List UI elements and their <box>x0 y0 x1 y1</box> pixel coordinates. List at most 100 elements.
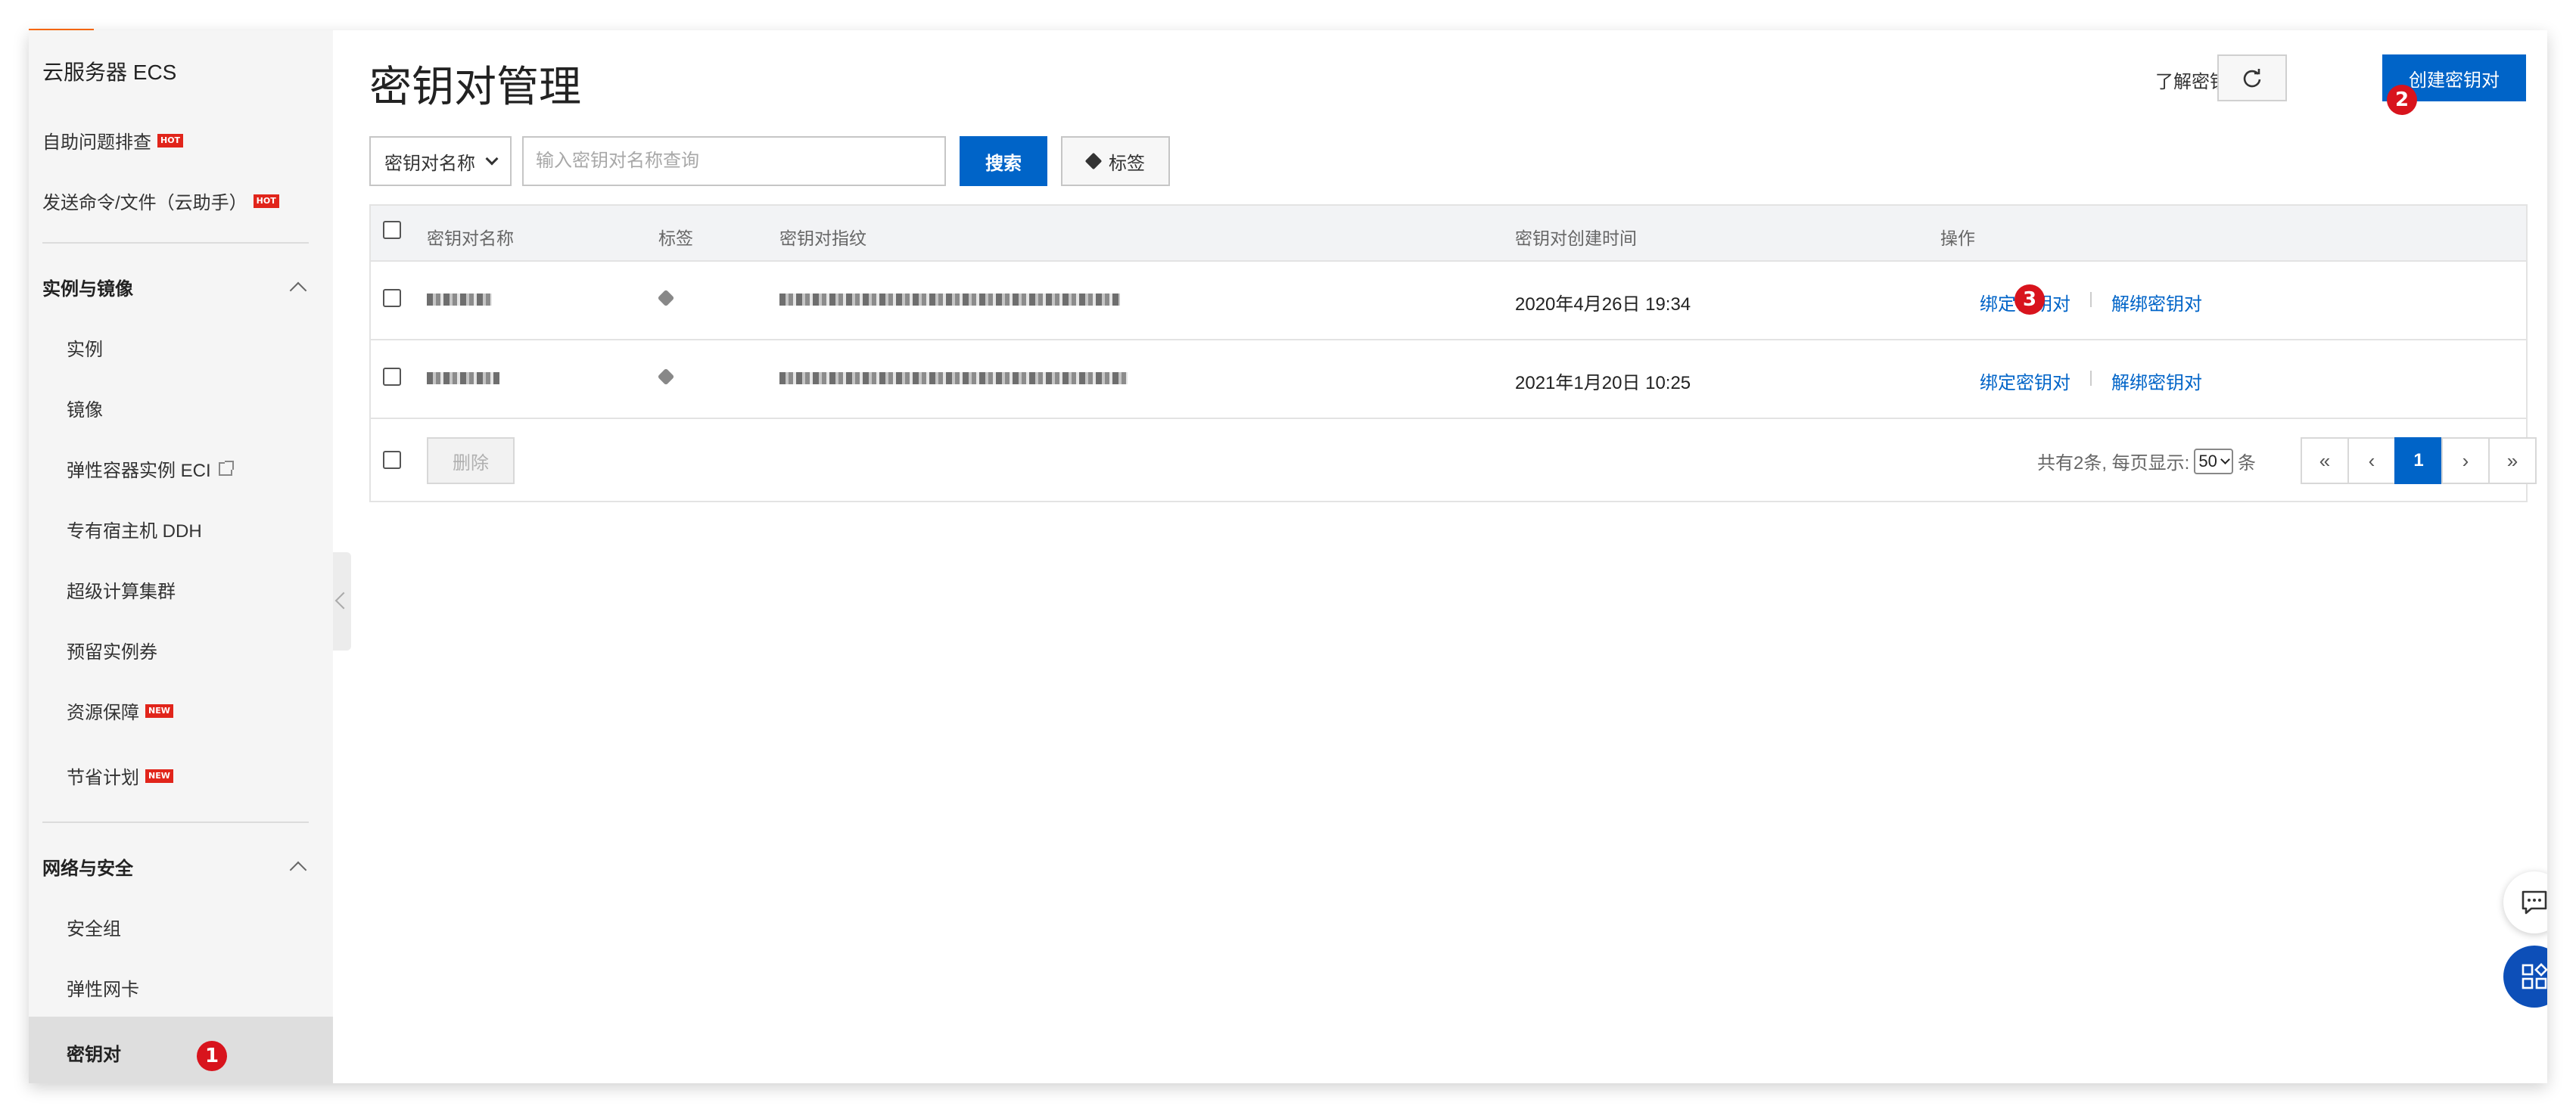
sidebar-item-savings-plan[interactable]: 节省计划 NEW <box>67 762 173 789</box>
hot-badge: HOT <box>253 194 279 208</box>
first-page-button[interactable]: « <box>2301 437 2349 484</box>
page-size-select[interactable]: 50 <box>2194 448 2233 474</box>
column-header-created: 密钥对创建时间 <box>1515 228 1637 248</box>
chevron-down-icon <box>485 152 499 166</box>
sidebar-item-reserved-instances[interactable]: 预留实例券 <box>67 637 157 663</box>
apps-button[interactable] <box>2503 946 2547 1008</box>
page-title: 密钥对管理 <box>369 63 581 110</box>
sidebar-group-network[interactable]: 网络与安全 <box>42 853 312 880</box>
bind-key-pair-link[interactable]: 绑定密钥对 <box>1980 368 2070 394</box>
prev-page-button[interactable]: ‹ <box>2347 437 2396 484</box>
page-size-value: 50 <box>2198 451 2217 471</box>
chat-button[interactable] <box>2503 871 2547 933</box>
sidebar-item-troubleshoot[interactable]: 自助问题排查 HOT <box>42 127 184 154</box>
column-header-fingerprint: 密钥对指纹 <box>779 228 866 248</box>
new-badge: NEW <box>145 769 173 783</box>
chat-icon <box>2522 890 2547 915</box>
page-size-suffix: 条 <box>2237 453 2256 474</box>
row-checkbox[interactable] <box>383 289 401 307</box>
table-footer: 删除 共有2条, 每页显示: 50 条 « ‹ 1 › » <box>371 419 2537 502</box>
total-count-text: 共有2条, 每页显示: <box>2037 453 2190 474</box>
search-button[interactable]: 搜索 <box>960 136 1047 186</box>
external-link-icon <box>218 460 234 476</box>
sidebar-item-eni[interactable]: 弹性网卡 <box>67 974 139 1001</box>
key-pair-table: 密钥对名称 标签 密钥对指纹 密钥对创建时间 操作 2020年4月26日 19:… <box>369 204 2537 502</box>
sidebar-item-label: 专有宿主机 DDH <box>67 521 202 542</box>
chevron-up-icon <box>289 861 307 878</box>
sidebar-item-image[interactable]: 镜像 <box>67 395 103 421</box>
console-window: 云服务器 ECS 自助问题排查 HOT 发送命令/文件（云助手） HOT 实例与… <box>29 30 2547 1083</box>
new-badge: NEW <box>145 703 173 718</box>
sidebar-item-label: 发送命令/文件（云助手） <box>42 193 247 213</box>
chevron-up-icon <box>289 281 307 299</box>
row-checkbox[interactable] <box>383 368 401 386</box>
tag-icon[interactable] <box>657 289 675 307</box>
footer-select-all-checkbox[interactable] <box>383 451 401 469</box>
unbind-key-pair-link[interactable]: 解绑密钥对 <box>2111 289 2202 315</box>
created-time: 2021年1月20日 10:25 <box>1515 373 1691 393</box>
select-all-checkbox[interactable] <box>383 221 401 239</box>
sidebar-item-label: 资源保障 <box>67 703 139 723</box>
sidebar-item-label: 弹性容器实例 ECI <box>67 461 211 481</box>
redacted-fingerprint <box>779 294 1120 306</box>
refresh-button[interactable] <box>2217 54 2287 101</box>
sidebar-item-resource-assurance[interactable]: 资源保障 NEW <box>67 697 173 724</box>
tag-filter-label: 标签 <box>1109 153 1145 174</box>
sidebar-group-instances[interactable]: 实例与镜像 <box>42 274 312 300</box>
action-separator <box>2090 371 2092 386</box>
unbind-key-pair-link[interactable]: 解绑密钥对 <box>2111 368 2202 394</box>
redacted-name <box>427 372 499 384</box>
sidebar-item-key-pairs[interactable]: 密钥对 <box>29 1017 333 1083</box>
refresh-icon <box>2243 69 2261 88</box>
sidebar-item-label: 镜像 <box>67 400 103 421</box>
sidebar: 云服务器 ECS 自助问题排查 HOT 发送命令/文件（云助手） HOT 实例与… <box>29 30 333 1083</box>
sidebar-item-security-group[interactable]: 安全组 <box>67 914 121 940</box>
action-separator <box>2090 292 2092 307</box>
table-header: 密钥对名称 标签 密钥对指纹 密钥对创建时间 操作 <box>371 206 2526 262</box>
sidebar-item-scc[interactable]: 超级计算集群 <box>67 576 176 603</box>
chevron-down-icon <box>2220 455 2230 464</box>
table-row: 2020年4月26日 19:34 绑定密钥对 解绑密钥对 3 <box>371 262 2526 340</box>
tag-icon[interactable] <box>657 368 675 386</box>
column-header-actions: 操作 <box>1940 228 1975 248</box>
sidebar-item-eci[interactable]: 弹性容器实例 ECI <box>67 455 234 482</box>
sidebar-item-label: 密钥对 <box>67 1045 121 1065</box>
last-page-button[interactable]: » <box>2488 437 2537 484</box>
sidebar-item-label: 预留实例券 <box>67 642 157 663</box>
search-field-select[interactable]: 密钥对名称 <box>369 136 512 186</box>
key-pair-search-input[interactable] <box>522 136 946 186</box>
redacted-name <box>427 294 492 306</box>
sidebar-item-label: 实例 <box>67 340 103 360</box>
sidebar-divider <box>42 242 309 244</box>
sidebar-title: 云服务器 ECS <box>42 61 177 84</box>
step-marker-2: 2 <box>2387 85 2417 115</box>
sidebar-item-cloud-assistant[interactable]: 发送命令/文件（云助手） HOT <box>42 188 279 214</box>
apps-icon <box>2522 963 2547 989</box>
next-page-button[interactable]: › <box>2441 437 2490 484</box>
page-button-current[interactable]: 1 <box>2394 437 2443 484</box>
table-row: 2021年1月20日 10:25 绑定密钥对 解绑密钥对 <box>371 340 2526 419</box>
search-field-select-value: 密钥对名称 <box>384 153 475 174</box>
sidebar-group-label: 实例与镜像 <box>42 279 133 300</box>
sidebar-item-label: 节省计划 <box>67 768 139 788</box>
sidebar-item-instance[interactable]: 实例 <box>67 334 103 361</box>
step-marker-3: 3 <box>2014 284 2045 315</box>
tag-filter-button[interactable]: 标签 <box>1061 136 1170 186</box>
delete-button[interactable]: 删除 <box>427 437 515 484</box>
hot-badge: HOT <box>157 133 184 148</box>
sidebar-item-label: 弹性网卡 <box>67 980 139 1000</box>
sidebar-item-label: 安全组 <box>67 919 121 940</box>
sidebar-item-ddh[interactable]: 专有宿主机 DDH <box>67 516 202 542</box>
pagination-summary: 共有2条, 每页显示: 50 条 <box>2037 448 2256 474</box>
created-time: 2020年4月26日 19:34 <box>1515 294 1691 315</box>
sidebar-divider <box>42 821 309 823</box>
step-marker-1: 1 <box>197 1041 227 1071</box>
column-header-name: 密钥对名称 <box>427 228 514 248</box>
redacted-fingerprint <box>779 372 1128 384</box>
sidebar-group-label: 网络与安全 <box>42 859 133 879</box>
column-header-tags: 标签 <box>658 228 693 248</box>
sidebar-item-label: 自助问题排查 <box>42 132 151 153</box>
pagination: « ‹ 1 › » <box>2301 437 2537 484</box>
sidebar-collapse-handle[interactable] <box>333 552 351 651</box>
sidebar-item-label: 超级计算集群 <box>67 582 176 602</box>
